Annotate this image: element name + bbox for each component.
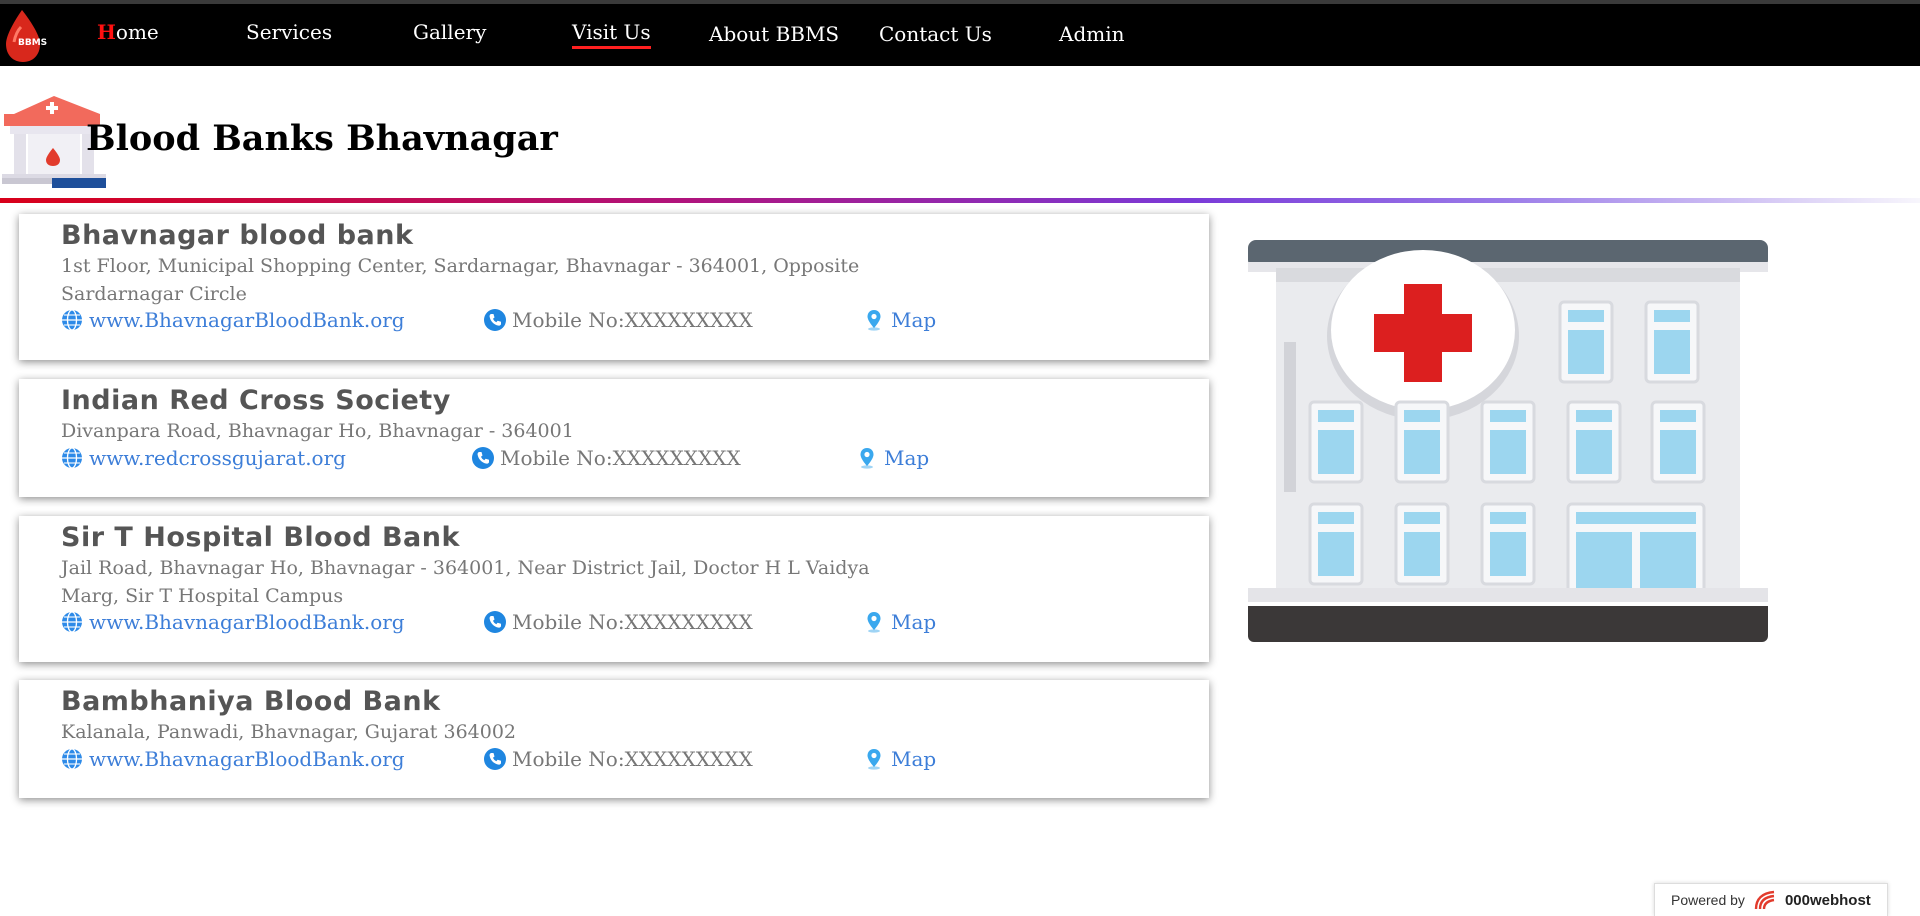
nav-home-label: ome [115,20,159,44]
nav-about-bbms[interactable]: About BBMS [709,22,839,46]
map-contact: Map [863,610,936,634]
map-contact: Map [863,747,936,771]
map-pin-icon [867,310,881,331]
map-contact: Map [856,446,929,470]
phone-contact: Mobile No:XXXXXXXXX [484,610,753,634]
nav-visit-us[interactable]: Visit Us [572,20,651,49]
website-link[interactable]: www.redcrossgujarat.org [89,446,346,470]
svg-text:BBMS: BBMS [18,38,47,48]
map-pin-icon [867,749,881,770]
powered-by-label: Powered by [1671,892,1745,908]
map-pin-icon [867,612,881,633]
hospital-building-illustration [1248,240,1768,642]
map-link[interactable]: Map [891,308,936,332]
phone-contact: Mobile No:XXXXXXXXX [484,308,753,332]
blood-bank-address: Kalanala, Panwadi, Bhavnagar, Gujarat 36… [61,721,517,743]
blood-drop-logo-icon[interactable]: BBMS [4,8,50,64]
globe-icon [62,611,82,633]
blood-bank-name: Indian Red Cross Society [61,385,451,416]
nav-gallery[interactable]: Gallery [413,20,486,44]
webhost-brand: 000webhost [1784,891,1871,909]
nav-home[interactable]: Home [97,20,159,44]
blood-bank-card: Bhavnagar blood bank 1st Floor, Municipa… [19,214,1209,360]
blood-bank-contacts: www.BhavnagarBloodBank.org Mobile No:XXX… [61,747,1161,777]
globe-icon [62,447,82,469]
website-contact: www.BhavnagarBloodBank.org [61,308,405,332]
blood-bank-contacts: www.BhavnagarBloodBank.org Mobile No:XXX… [61,610,1161,640]
blood-bank-name: Sir T Hospital Blood Bank [61,522,460,553]
blood-bank-address: Jail Road, Bhavnagar Ho, Bhavnagar - 364… [61,557,870,607]
globe-icon [62,309,82,331]
nav-home-initial: H [97,20,116,44]
phone-contact: Mobile No:XXXXXXXXX [484,747,753,771]
website-contact: www.BhavnagarBloodBank.org [61,610,405,634]
phone-number: Mobile No:XXXXXXXXX [512,610,753,634]
blood-bank-address: Divanpara Road, Bhavnagar Ho, Bhavnagar … [61,420,574,442]
blood-bank-name: Bhavnagar blood bank [61,220,414,251]
blood-bank-name: Bambhaniya Blood Bank [61,686,441,717]
blood-bank-card: Bambhaniya Blood Bank Kalanala, Panwadi,… [19,680,1209,798]
phone-contact: Mobile No:XXXXXXXXX [472,446,741,470]
webhost-logo-icon [1754,890,1775,910]
website-contact: www.BhavnagarBloodBank.org [61,747,405,771]
globe-icon [62,748,82,770]
map-contact: Map [863,308,936,332]
phone-number: Mobile No:XXXXXXXXX [512,308,753,332]
website-link[interactable]: www.BhavnagarBloodBank.org [89,308,405,332]
map-link[interactable]: Map [891,610,936,634]
top-nav-bar: BBMS Home Services Gallery Visit Us Abou… [0,0,1920,66]
blood-bank-contacts: www.redcrossgujarat.org Mobile No:XXXXXX… [61,446,1161,476]
phone-number: Mobile No:XXXXXXXXX [500,446,741,470]
website-link[interactable]: www.BhavnagarBloodBank.org [89,747,405,771]
phone-icon [472,447,494,469]
header-divider [0,198,1920,203]
blood-bank-card: Sir T Hospital Blood Bank Jail Road, Bha… [19,516,1209,662]
map-link[interactable]: Map [884,446,929,470]
phone-icon [484,611,506,633]
phone-icon [484,309,506,331]
map-pin-icon [860,448,874,469]
nav-services[interactable]: Services [246,20,332,44]
blood-bank-address: 1st Floor, Municipal Shopping Center, Sa… [61,255,860,305]
page-title: Blood Banks Bhavnagar [86,118,558,159]
website-contact: www.redcrossgujarat.org [61,446,346,470]
nav-admin[interactable]: Admin [1059,22,1125,46]
website-link[interactable]: www.BhavnagarBloodBank.org [89,610,405,634]
blood-bank-card: Indian Red Cross Society Divanpara Road,… [19,379,1209,497]
map-link[interactable]: Map [891,747,936,771]
blood-bank-contacts: www.BhavnagarBloodBank.org Mobile No:XXX… [61,308,1161,338]
nav-contact-us[interactable]: Contact Us [879,22,992,46]
phone-icon [484,748,506,770]
powered-by-badge[interactable]: Powered by 000webhost [1654,883,1888,916]
phone-number: Mobile No:XXXXXXXXX [512,747,753,771]
